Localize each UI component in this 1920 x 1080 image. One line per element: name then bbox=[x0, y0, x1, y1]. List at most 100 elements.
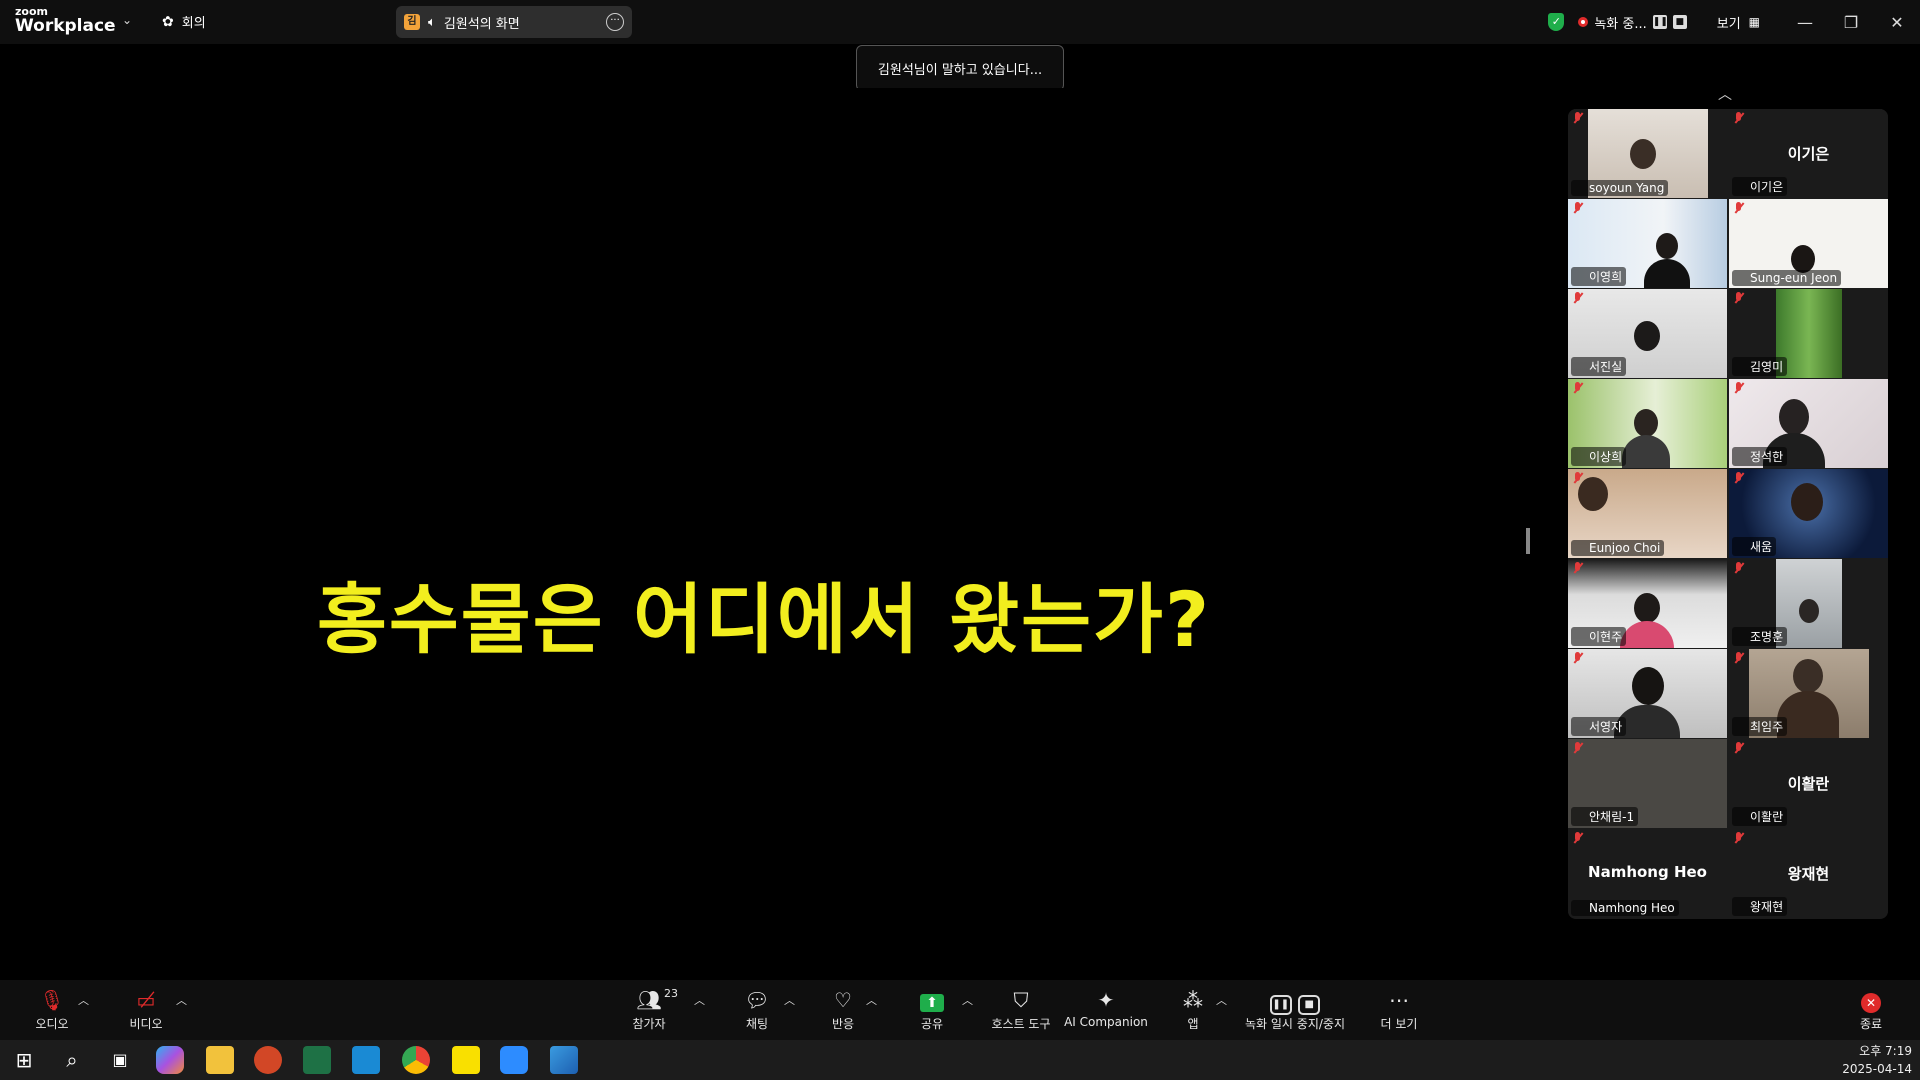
chat-label: 채팅 bbox=[745, 1017, 769, 1031]
audio-button[interactable]: 🎙︎ 오디오 bbox=[30, 988, 74, 1032]
participant-tile[interactable]: 정석한 bbox=[1729, 379, 1888, 468]
reactions-options-caret[interactable]: ︿ bbox=[866, 992, 877, 1008]
participants-icon-wrap: 👥︎ 23 bbox=[626, 987, 678, 1012]
participant-tile[interactable]: 안채림-1 bbox=[1568, 739, 1727, 828]
search-icon[interactable]: ⌕ bbox=[58, 1046, 86, 1074]
audio-options-caret[interactable]: ︿ bbox=[78, 992, 89, 1008]
participant-tile[interactable]: 이활란 이활란 bbox=[1729, 739, 1888, 828]
participant-name: 이영희 bbox=[1571, 267, 1627, 286]
reactions-label: 반응 bbox=[831, 1017, 855, 1031]
meeting-info-button[interactable]: ✿ 회의 bbox=[162, 12, 206, 32]
participant-tile[interactable]: Eunjoo Choi bbox=[1568, 469, 1727, 558]
close-window-icon[interactable]: ✕ bbox=[1874, 13, 1920, 32]
presenter-badge: 김 bbox=[404, 14, 420, 30]
share-pill-label: 김원석의 화면 bbox=[443, 16, 520, 32]
participant-tile[interactable]: 서진실 bbox=[1568, 289, 1727, 378]
share-icon-wrap: ⬆ bbox=[912, 988, 952, 1012]
restore-icon[interactable]: ❐ bbox=[1828, 13, 1874, 32]
participant-tile[interactable]: 조명훈 bbox=[1729, 559, 1888, 648]
powerpoint-icon[interactable] bbox=[254, 1046, 282, 1074]
screen-share-indicator[interactable]: 김 🔈︎ 김원석의 화면 ··· bbox=[396, 6, 632, 38]
app-icon[interactable] bbox=[352, 1046, 380, 1074]
recording-label-bottom: 녹화 일시 중지/중지 bbox=[1245, 1017, 1345, 1031]
video-button[interactable]: ▭̸ 비디오 bbox=[124, 988, 168, 1032]
stop-recording-icon[interactable]: ■ bbox=[1672, 15, 1687, 29]
participant-name: 이상희 bbox=[1571, 447, 1627, 466]
host-tools-button[interactable]: ⛉ 호스트 도구 bbox=[986, 988, 1056, 1032]
host-tools-label: 호스트 도구 bbox=[991, 1017, 1051, 1031]
pause-recording-icon[interactable]: ❚❚ bbox=[1652, 15, 1668, 29]
chevron-down-icon[interactable]: ⌄ bbox=[122, 13, 132, 27]
participant-tile[interactable]: Namhong Heo Namhong Heo bbox=[1568, 829, 1727, 918]
video-label: 비디오 bbox=[129, 1017, 163, 1031]
view-label: 보기 bbox=[1716, 16, 1741, 32]
kakaotalk-icon[interactable] bbox=[452, 1046, 480, 1074]
zoom-taskbar-icon[interactable] bbox=[500, 1046, 528, 1074]
chat-options-caret[interactable]: ︿ bbox=[784, 992, 795, 1008]
paw-icon: ✿ bbox=[162, 13, 174, 30]
minimize-icon[interactable]: — bbox=[1782, 13, 1828, 32]
chat-button[interactable]: 💬︎ 채팅 bbox=[738, 988, 776, 1032]
security-shield-icon[interactable]: ✓ bbox=[1548, 13, 1565, 31]
gallery-scroll-up-icon[interactable]: ︿ bbox=[1718, 84, 1732, 104]
apps-grid-icon: ⁂ bbox=[1183, 988, 1203, 1012]
panel-resize-handle[interactable] bbox=[1526, 528, 1530, 554]
end-icon-wrap: ✕ bbox=[1856, 988, 1886, 1013]
participant-name: 새움 bbox=[1732, 537, 1777, 556]
participant-tile[interactable]: 이영희 bbox=[1568, 199, 1727, 288]
participant-name: 조명훈 bbox=[1732, 627, 1788, 646]
recording-controls-button[interactable]: ❚❚ ■ 녹화 일시 중지/중지 bbox=[1240, 988, 1350, 1032]
participant-display-name: 이기은 bbox=[1787, 145, 1830, 163]
participants-options-caret[interactable]: ︿ bbox=[694, 992, 705, 1008]
apps-options-caret[interactable]: ︿ bbox=[1216, 992, 1227, 1008]
participant-name: 김영미 bbox=[1732, 357, 1788, 376]
participant-tile[interactable]: 서영자 bbox=[1568, 649, 1727, 738]
view-button[interactable]: 보기 ▦ bbox=[1717, 13, 1760, 32]
excel-icon[interactable] bbox=[303, 1046, 331, 1074]
participant-name: 왕재현 bbox=[1732, 897, 1788, 916]
audio-label: 오디오 bbox=[35, 1017, 69, 1031]
shield-icon: ⛉ bbox=[1013, 988, 1029, 1012]
task-view-icon[interactable]: ▣ bbox=[106, 1046, 134, 1074]
participant-name: Namhong Heo bbox=[1571, 900, 1679, 916]
participant-name: 정석한 bbox=[1732, 447, 1788, 466]
participant-tile[interactable]: 김영미 bbox=[1729, 289, 1888, 378]
file-explorer-icon[interactable] bbox=[206, 1046, 234, 1074]
photos-icon[interactable] bbox=[550, 1046, 578, 1074]
windows-start-icon[interactable]: ⊞ bbox=[10, 1046, 38, 1074]
participant-tile[interactable]: 왕재현 왕재현 bbox=[1729, 829, 1888, 918]
participants-button[interactable]: 👥︎ 23 참가자 bbox=[626, 987, 678, 1032]
participant-name: 서영자 bbox=[1571, 717, 1627, 736]
participant-tile[interactable]: 최임주 bbox=[1729, 649, 1888, 738]
participant-tile[interactable]: soyoun Yang bbox=[1568, 109, 1727, 198]
participant-name: 최임주 bbox=[1732, 717, 1788, 736]
video-options-caret[interactable]: ︿ bbox=[176, 992, 187, 1008]
recording-label: 녹화 중... bbox=[1594, 16, 1647, 32]
participant-name: 이기은 bbox=[1732, 177, 1788, 196]
participant-tile[interactable]: 이기은 이기은 bbox=[1729, 109, 1888, 198]
muted-mic-icon bbox=[1733, 382, 1743, 394]
share-options-caret[interactable]: ︿ bbox=[962, 992, 973, 1008]
participant-name: 안채림-1 bbox=[1571, 807, 1639, 826]
ai-companion-button[interactable]: ✦ AI Companion bbox=[1064, 988, 1148, 1029]
more-label: 더 보기 bbox=[1380, 1017, 1418, 1031]
chrome-icon[interactable] bbox=[402, 1046, 430, 1074]
pause-icon: ❚❚ bbox=[1269, 995, 1292, 1015]
copilot-icon[interactable] bbox=[156, 1046, 184, 1074]
speaker-icon: 🔈︎ bbox=[428, 14, 436, 30]
participant-tile[interactable]: 새움 bbox=[1729, 469, 1888, 558]
heart-icon: ♡ bbox=[834, 988, 852, 1012]
participant-tile[interactable]: 이현주 bbox=[1568, 559, 1727, 648]
share-button[interactable]: ⬆ 공유 bbox=[912, 988, 952, 1032]
more-button[interactable]: ⋯ 더 보기 bbox=[1378, 988, 1420, 1032]
end-meeting-button[interactable]: ✕ 종료 bbox=[1856, 988, 1886, 1032]
shared-screen: 홍수물은 어디에서 왔는가? bbox=[6, 88, 1522, 940]
participant-tile[interactable]: Sung-eun Jeon bbox=[1729, 199, 1888, 288]
more-options-icon[interactable]: ··· bbox=[606, 13, 624, 31]
reactions-button[interactable]: ♡ 반응 bbox=[824, 988, 862, 1032]
participant-tile[interactable]: 이상희 bbox=[1568, 379, 1727, 468]
apps-button[interactable]: ⁂ 앱 bbox=[1178, 988, 1208, 1032]
people-icon: 👥︎ bbox=[636, 988, 662, 1012]
system-clock[interactable]: 오후 7:19 2025-04-14 bbox=[1842, 1042, 1912, 1078]
participant-name: Sung-eun Jeon bbox=[1732, 270, 1842, 286]
